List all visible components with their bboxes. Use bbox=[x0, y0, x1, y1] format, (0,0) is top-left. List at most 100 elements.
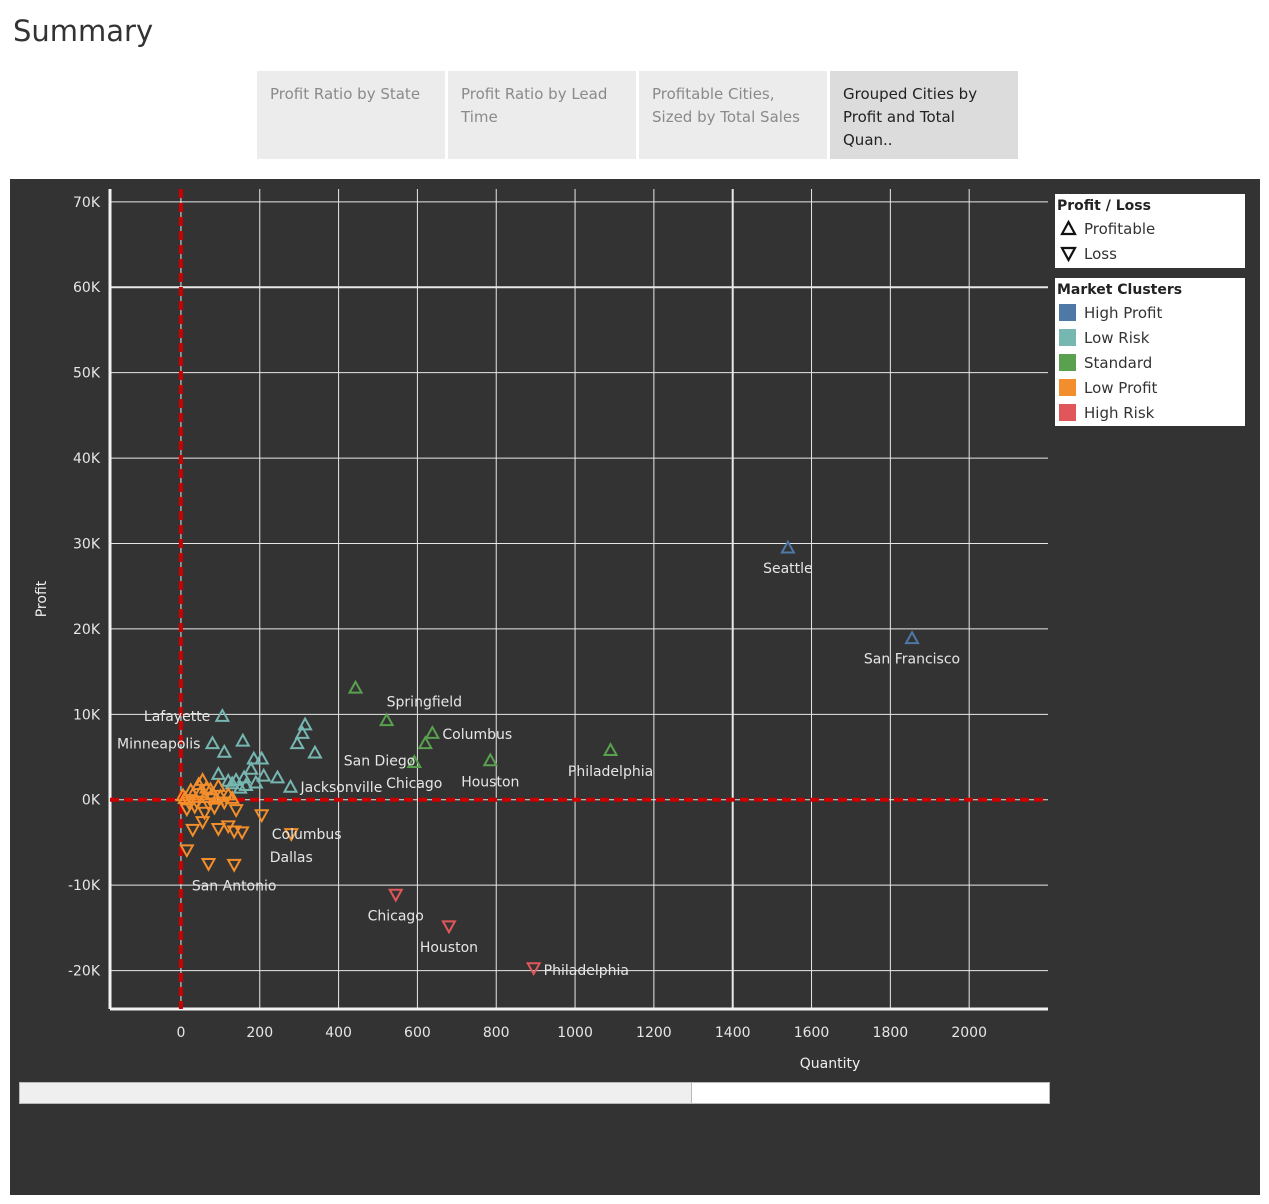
color-swatch bbox=[1059, 304, 1076, 321]
point-label: Houston bbox=[461, 774, 519, 790]
x-tick-label: 400 bbox=[325, 1025, 352, 1041]
data-point-low-risk[interactable] bbox=[307, 744, 323, 759]
x-tick-label: 800 bbox=[483, 1025, 510, 1041]
tab-grouped-cities[interactable]: Grouped Cities by Profit and Total Quan.… bbox=[830, 71, 1018, 159]
data-point-low-profit[interactable] bbox=[185, 823, 201, 838]
data-point-low-profit[interactable] bbox=[226, 858, 242, 873]
legend-title: Market Clusters bbox=[1057, 282, 1183, 298]
data-point-standard[interactable] bbox=[482, 752, 499, 767]
axes: 0 200 400 600 800 1000 1200 1400 1600 1800 2000 -20… bbox=[34, 189, 1048, 1072]
legend-label: Standard bbox=[1084, 353, 1153, 372]
legend-label: High Profit bbox=[1084, 303, 1163, 322]
x-tick-label: 1000 bbox=[557, 1025, 593, 1041]
y-tick-label: 10K bbox=[73, 707, 101, 723]
data-point-standard[interactable] bbox=[417, 735, 433, 750]
color-swatch bbox=[1059, 329, 1076, 346]
data-point-standard[interactable] bbox=[347, 679, 364, 694]
dashboard-panel: 0 200 400 600 800 1000 1200 1400 1600 1800 2000 -20… bbox=[10, 179, 1260, 1195]
y-tick-label: 40K bbox=[73, 451, 101, 467]
data-point-low-risk[interactable] bbox=[216, 743, 232, 758]
data-point-low-profit[interactable] bbox=[200, 857, 217, 872]
x-axis-title: Quantity bbox=[800, 1056, 861, 1072]
point-label: San Francisco bbox=[864, 651, 960, 667]
point-label: Minneapolis bbox=[117, 736, 200, 752]
legend-item-high-profit[interactable]: High Profit bbox=[1057, 300, 1243, 325]
point-label: Springfield bbox=[387, 694, 462, 710]
point-label: Jacksonville bbox=[300, 780, 383, 796]
y-tick-label: -10K bbox=[68, 878, 101, 894]
point-label: Houston bbox=[420, 940, 478, 956]
legend-label: Profitable bbox=[1084, 219, 1156, 238]
x-tick-label: 1400 bbox=[715, 1025, 751, 1041]
x-tick-label: 1200 bbox=[636, 1025, 672, 1041]
y-tick-label: 0K bbox=[82, 793, 101, 809]
legend-item-profitable[interactable]: Profitable bbox=[1057, 216, 1243, 241]
legend-item-high-risk[interactable]: High Risk bbox=[1057, 400, 1243, 425]
legend-label: High Risk bbox=[1084, 403, 1155, 422]
x-tick-label: 2000 bbox=[951, 1025, 987, 1041]
color-swatch bbox=[1059, 354, 1076, 371]
data-point-high-profit[interactable] bbox=[904, 630, 920, 645]
profit-loss-legend: Profit / Loss Profitable Loss bbox=[1055, 194, 1245, 268]
data-point-standard[interactable] bbox=[602, 742, 619, 756]
data-point-low-profit[interactable] bbox=[234, 826, 250, 841]
data-point-low-profit[interactable] bbox=[210, 822, 227, 837]
story-tabs: Profit Ratio by State Profit Ratio by Le… bbox=[257, 71, 1018, 159]
point-label: San Antonio bbox=[192, 879, 277, 895]
triangle-up-icon bbox=[1060, 219, 1077, 236]
data-point-low-risk[interactable] bbox=[269, 769, 286, 784]
data-point-high-risk[interactable] bbox=[441, 920, 457, 935]
data-point-low-risk[interactable] bbox=[210, 766, 227, 780]
point-label: Dallas bbox=[270, 850, 313, 866]
horizontal-scrollbar[interactable] bbox=[19, 1082, 1050, 1104]
y-tick-label: 70K bbox=[73, 195, 101, 211]
data-point-low-risk[interactable] bbox=[204, 735, 221, 750]
legend-item-loss[interactable]: Loss bbox=[1057, 241, 1243, 266]
scrollbar-thumb[interactable] bbox=[20, 1083, 692, 1103]
x-tick-label: 0 bbox=[176, 1025, 185, 1041]
legend-item-low-profit[interactable]: Low Profit bbox=[1057, 375, 1243, 400]
point-label: Seattle bbox=[763, 561, 813, 577]
data-point-low-profit[interactable] bbox=[228, 804, 244, 819]
point-label: Lafayette bbox=[144, 709, 210, 725]
legend-label: Loss bbox=[1084, 244, 1117, 263]
data-point-low-risk[interactable] bbox=[243, 760, 259, 775]
tab-profitable-cities[interactable]: Profitable Cities, Sized by Total Sales bbox=[639, 71, 827, 159]
point-label: Chicago bbox=[368, 909, 424, 925]
scatter-plot[interactable]: 0 200 400 600 800 1000 1200 1400 1600 1800 2000 -20… bbox=[10, 179, 1050, 1079]
y-tick-label: 50K bbox=[73, 366, 101, 382]
x-tick-label: 200 bbox=[246, 1025, 273, 1041]
point-label: Columbus bbox=[442, 727, 512, 743]
point-label: Philadelphia bbox=[544, 963, 629, 979]
data-point-low-risk[interactable] bbox=[282, 778, 299, 793]
tab-profit-ratio-by-lead-time[interactable]: Profit Ratio by Lead Time bbox=[448, 71, 636, 159]
point-label: San Diego bbox=[344, 753, 416, 769]
data-point-high-risk[interactable] bbox=[525, 962, 542, 977]
y-axis-title: Profit bbox=[34, 580, 50, 617]
data-point-low-risk[interactable] bbox=[214, 707, 231, 722]
data-point-low-risk[interactable] bbox=[289, 735, 305, 750]
data-point-low-risk[interactable] bbox=[235, 732, 251, 747]
data-point-low-profit[interactable] bbox=[254, 809, 270, 824]
y-tick-label: 60K bbox=[73, 280, 101, 296]
legend-label: Low Risk bbox=[1084, 328, 1150, 347]
y-tick-label: 20K bbox=[73, 622, 101, 638]
legend-item-standard[interactable]: Standard bbox=[1057, 350, 1243, 375]
point-label: Chicago bbox=[386, 776, 442, 792]
color-swatch bbox=[1059, 404, 1076, 421]
legend-item-low-risk[interactable]: Low Risk bbox=[1057, 325, 1243, 350]
legend-title: Profit / Loss bbox=[1057, 198, 1151, 214]
x-tick-label: 1600 bbox=[794, 1025, 830, 1041]
data-marks[interactable] bbox=[175, 539, 920, 977]
data-point-high-risk[interactable] bbox=[388, 888, 404, 903]
tab-profit-ratio-by-state[interactable]: Profit Ratio by State bbox=[257, 71, 445, 159]
mark-labels: Seattle San Francisco Lafayette Minneapolis… bbox=[117, 561, 960, 979]
data-point-standard[interactable] bbox=[424, 725, 441, 739]
y-tick-label: -20K bbox=[68, 964, 101, 980]
point-label: Columbus bbox=[272, 827, 342, 843]
data-point-standard[interactable] bbox=[378, 712, 395, 727]
market-clusters-legend: Market Clusters High Profit Low Risk Sta… bbox=[1055, 278, 1245, 426]
y-tick-label: 30K bbox=[73, 536, 101, 552]
x-tick-label: 600 bbox=[404, 1025, 431, 1041]
point-label: Philadelphia bbox=[568, 764, 653, 780]
